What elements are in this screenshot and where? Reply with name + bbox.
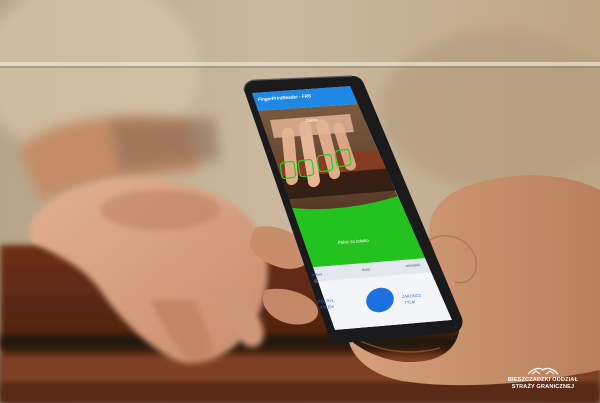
- border-guard-logo-icon: [527, 367, 559, 375]
- status-dot-icon: [313, 278, 319, 284]
- watermark-line-1: BIESZCZADZKI ODDZIAŁ: [507, 377, 579, 383]
- scan-label: Dalibe: [306, 117, 319, 123]
- watermark: BIESZCZADZKI ODDZIAŁ STRAŻY GRANICZNEJ: [500, 366, 586, 391]
- left-action-button[interactable]: POCHYLTYŁEM: [318, 298, 336, 310]
- tab-prawa[interactable]: prawa: [312, 272, 323, 277]
- tab-lewa[interactable]: lewa: [362, 267, 371, 272]
- watermark-line-2: STRAŻY GRANICZNEJ: [511, 384, 575, 390]
- photo: FingerPrintReader - FRS Dalibe Palce za …: [0, 0, 600, 403]
